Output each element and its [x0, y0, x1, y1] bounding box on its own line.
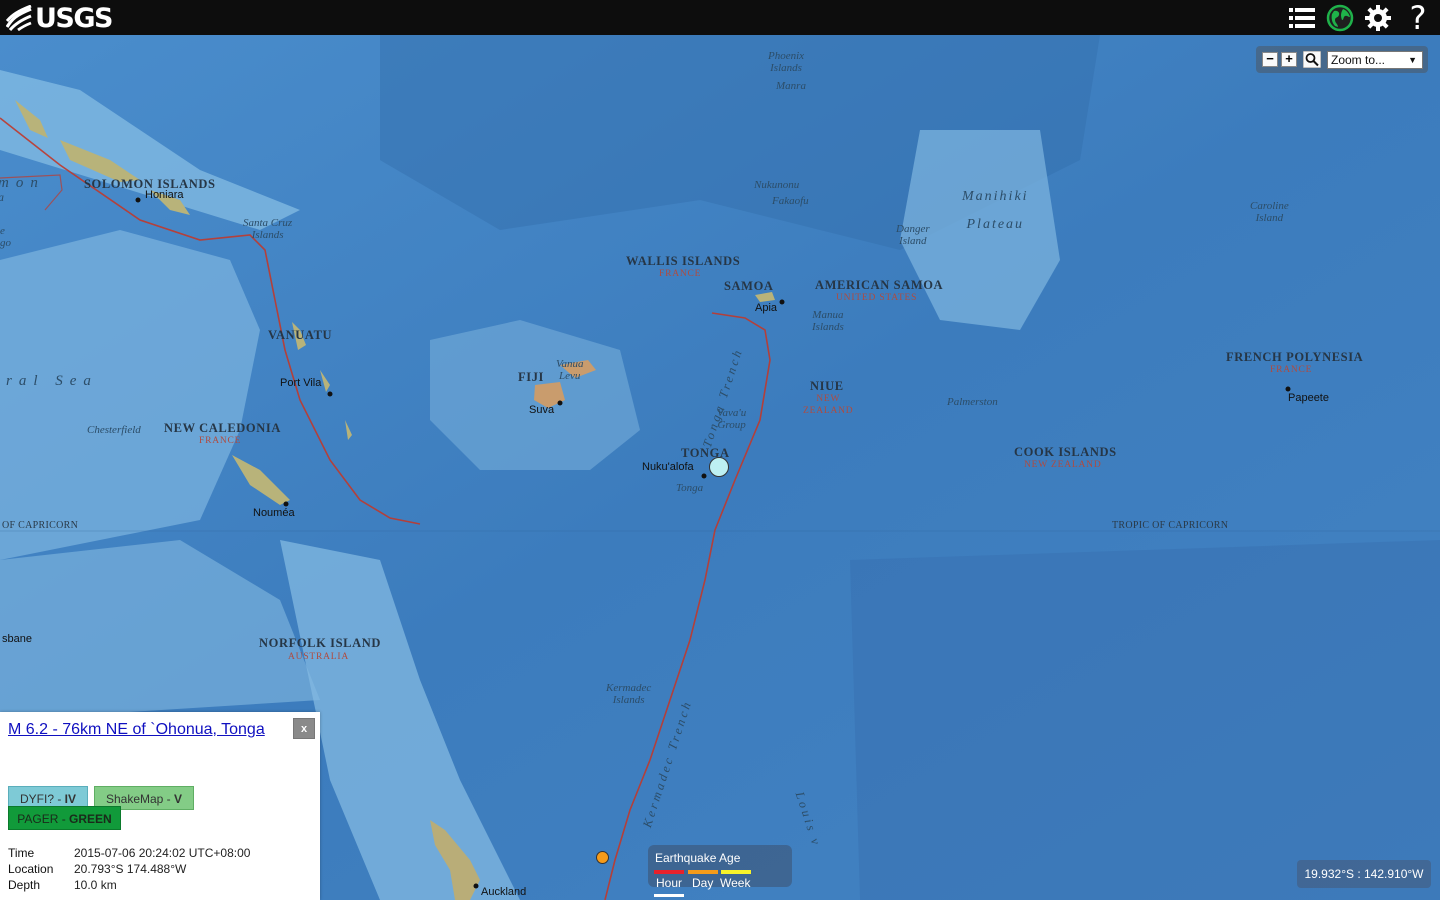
depth-value: 10.0 km: [74, 878, 117, 892]
pager-badge-value: GREEN: [69, 812, 112, 826]
honiara-marker: [135, 197, 141, 203]
apia-marker: [779, 299, 785, 305]
help-button[interactable]: ?: [1400, 0, 1436, 37]
suva-marker: [557, 400, 563, 406]
earthquake-age-legend: Earthquake Age Hour Day Week: [648, 845, 792, 897]
earthquake-marker[interactable]: [596, 851, 609, 864]
auckland-marker: [473, 883, 479, 889]
earthquake-map-app: USGS ? mon e go SOLOMON ISLANDS Honiara …: [0, 0, 1440, 900]
pager-badge[interactable]: PAGER - GREEN: [8, 806, 121, 830]
event-popup: M 6.2 - 76km NE of `Ohonua, Tonga x DYFI…: [0, 712, 320, 900]
settings-button[interactable]: [1360, 0, 1396, 35]
usgs-wave-icon: [6, 5, 32, 31]
usgs-logo[interactable]: USGS: [6, 2, 113, 34]
dyfi-badge-value: IV: [64, 792, 76, 806]
zoom-out-button[interactable]: −: [1262, 52, 1278, 67]
shakemap-badge-value: V: [174, 792, 183, 806]
zoom-control: − + Zoom to... ▼: [1256, 46, 1428, 73]
dyfi-badge-label: DYFI? -: [19, 792, 65, 806]
legend-week-swatch: [721, 870, 751, 874]
legend-day-label: Day: [692, 876, 714, 890]
shakemap-badge-label: ShakeMap -: [105, 792, 175, 806]
nukualofa-marker: [701, 473, 707, 479]
legend-week-label: Week: [720, 876, 751, 890]
event-title-link[interactable]: M 6.2 - 76km NE of `Ohonua, Tonga: [8, 720, 278, 740]
gear-icon: [1365, 4, 1391, 31]
chevron-down-icon: ▼: [1408, 55, 1417, 65]
zoom-in-button[interactable]: +: [1281, 52, 1297, 67]
zoom-to-value: Zoom to...: [1331, 53, 1386, 67]
legend-title: Earthquake Age: [655, 851, 741, 865]
deep-basin: [850, 540, 1440, 900]
pager-badge-label: PAGER -: [17, 812, 70, 826]
legend-hour-swatch: [654, 870, 684, 874]
location-value: 20.793°S 174.488°W: [74, 862, 187, 876]
legend-month-swatch: [654, 894, 684, 897]
papeete-marker: [1285, 386, 1291, 392]
noumea-marker: [283, 501, 289, 507]
search-icon[interactable]: [1303, 51, 1321, 68]
time-value: 2015-07-06 20:24:02 UTC+08:00: [74, 846, 251, 860]
location-label: Location: [8, 862, 54, 876]
legend-hour-label: Hour: [656, 876, 683, 890]
cursor-coordinates: 19.932°S : 142.910°W: [1297, 860, 1431, 888]
usgs-logo-text: USGS: [35, 2, 113, 34]
depth-label: Depth: [8, 878, 41, 892]
map-layers-button[interactable]: [1322, 0, 1358, 35]
help-icon: ?: [1409, 0, 1427, 37]
selected-earthquake-marker[interactable]: [709, 457, 729, 477]
list-button[interactable]: [1284, 0, 1320, 35]
zoom-to-select[interactable]: Zoom to... ▼: [1327, 51, 1423, 69]
time-label: Time: [8, 846, 35, 860]
list-icon: [1289, 7, 1315, 28]
port-vila-marker: [327, 391, 333, 397]
popup-close-button[interactable]: x: [293, 718, 315, 739]
legend-day-swatch: [688, 870, 718, 874]
globe-icon: [1326, 4, 1354, 31]
top-bar: USGS ?: [0, 0, 1440, 37]
